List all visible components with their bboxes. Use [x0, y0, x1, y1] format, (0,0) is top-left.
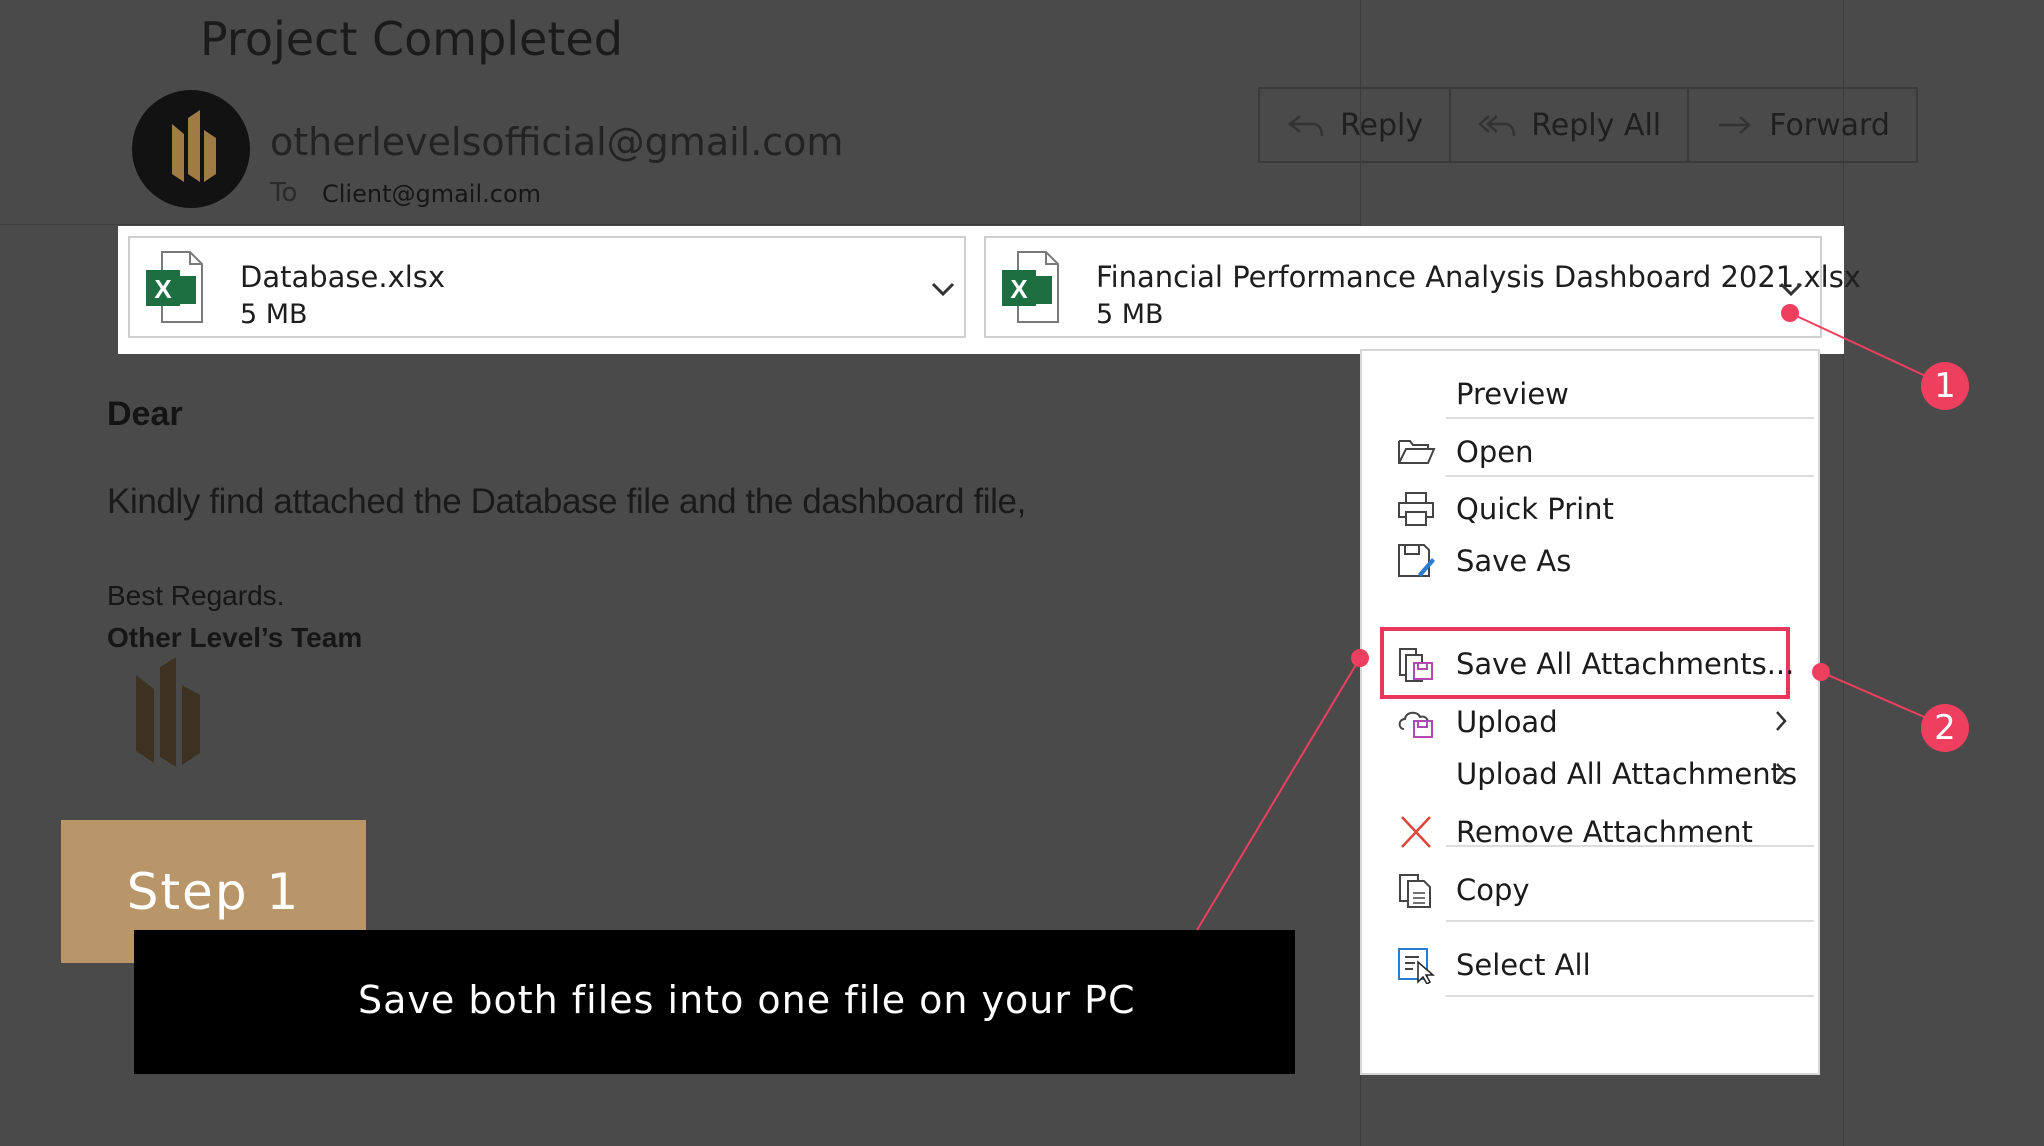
- caption-box: Save both files into one file on your PC: [134, 930, 1295, 1074]
- caption-text: Save both files into one file on your PC: [358, 978, 1136, 1022]
- forward-button[interactable]: Forward: [1689, 89, 1916, 161]
- svg-text:X: X: [1010, 274, 1028, 304]
- menu-item-remove-attachment[interactable]: Remove Attachment: [1362, 801, 1818, 861]
- recipient-email: Client@gmail.com: [322, 180, 542, 208]
- callout-badge: 1: [1921, 362, 1969, 410]
- reply-icon: [1288, 115, 1324, 137]
- printer-icon: [1398, 492, 1434, 526]
- forward-icon: [1719, 116, 1752, 134]
- greeting: Dear: [107, 395, 183, 433]
- menu-item-label: Remove Attachment: [1456, 815, 1753, 849]
- brand-logo-icon: [172, 110, 216, 182]
- menu-item-label: Select All: [1456, 948, 1591, 982]
- attachment-name: Database.xlsx: [240, 260, 446, 294]
- reply-all-icon: [1478, 115, 1516, 137]
- menu-item-select-all[interactable]: Select All: [1362, 934, 1818, 994]
- menu-item-label: Preview: [1456, 377, 1569, 411]
- step-label: Step 1: [126, 862, 301, 921]
- callout-badge: 2: [1921, 704, 1969, 752]
- menu-item-label: Quick Print: [1456, 492, 1614, 526]
- menu-item-open[interactable]: Open: [1362, 421, 1818, 481]
- menu-item-label: Open: [1456, 435, 1534, 469]
- attachment-size: 5 MB: [1096, 299, 1164, 330]
- menu-divider: [1446, 475, 1814, 477]
- select-all-icon: [1398, 948, 1436, 984]
- callout-line: [1196, 657, 1361, 931]
- chevron-down-icon[interactable]: [930, 280, 956, 298]
- attachment-size: 5 MB: [240, 299, 308, 330]
- menu-item-save-as[interactable]: Save As: [1362, 530, 1818, 590]
- menu-item-label: Upload: [1456, 705, 1558, 739]
- attachment-database[interactable]: X Database.xlsx 5 MB: [128, 236, 966, 338]
- email-subject: Project Completed: [200, 12, 623, 66]
- message-actions: Reply Reply All Forward: [1258, 87, 1918, 163]
- attachment-dashboard[interactable]: X Financial Performance Analysis Dashboa…: [984, 236, 1861, 338]
- avatar: [132, 90, 250, 208]
- attachment-name: Financial Performance Analysis Dashboard…: [1096, 260, 1861, 294]
- copy-icon: [1399, 874, 1431, 908]
- reply-all-button[interactable]: Reply All: [1451, 89, 1690, 161]
- menu-item-quick-print[interactable]: Quick Print: [1362, 478, 1818, 538]
- reply-button[interactable]: Reply: [1260, 89, 1452, 161]
- sender-email: otherlevelsofficial@gmail.com: [270, 120, 844, 164]
- menu-divider: [1446, 417, 1814, 419]
- reply-all-label: Reply All: [1531, 107, 1662, 143]
- menu-item-label: Save As: [1456, 544, 1572, 578]
- signoff: Best Regards.: [107, 580, 285, 611]
- chevron-down-icon[interactable]: [1778, 280, 1804, 298]
- menu-item-label: Copy: [1456, 873, 1530, 907]
- chevron-right-icon: [1776, 763, 1787, 783]
- menu-item-copy[interactable]: Copy: [1362, 859, 1818, 919]
- save-all-icon: [1399, 648, 1433, 682]
- to-label: To: [270, 178, 298, 208]
- attachment-context-menu: Preview Open Quick Print Save As Save Al…: [1360, 349, 1820, 1075]
- menu-item-upload-all-attachments[interactable]: Upload All Attachments: [1362, 743, 1818, 803]
- remove-x-icon: [1401, 816, 1431, 848]
- menu-item-label: Upload All Attachments: [1456, 757, 1798, 791]
- message-body: Kindly find attached the Database file a…: [107, 482, 1026, 521]
- menu-item-preview[interactable]: Preview: [1362, 363, 1818, 423]
- guide-line: [1843, 0, 1844, 1146]
- menu-item-save-all-attachments[interactable]: Save All Attachments...: [1362, 633, 1818, 693]
- excel-icon: X: [146, 251, 203, 323]
- signature-logo-icon: [136, 657, 200, 767]
- guide-line: [0, 224, 1360, 225]
- menu-item-upload[interactable]: Upload: [1362, 691, 1818, 751]
- upload-cloud-icon: [1398, 711, 1433, 738]
- save-as-icon: [1398, 544, 1435, 577]
- chevron-right-icon: [1776, 711, 1787, 731]
- forward-label: Forward: [1769, 107, 1890, 143]
- signature-team: Other Level’s Team: [107, 622, 363, 653]
- menu-item-label: Save All Attachments...: [1456, 647, 1795, 681]
- svg-text:X: X: [154, 274, 172, 304]
- attachment-bar: X Database.xlsx 5 MB X Financial Perform…: [118, 226, 1861, 354]
- menu-divider: [1446, 920, 1814, 922]
- excel-icon: X: [1002, 251, 1059, 323]
- reply-label: Reply: [1340, 107, 1424, 143]
- folder-open-icon: [1398, 440, 1436, 464]
- menu-divider: [1446, 995, 1814, 997]
